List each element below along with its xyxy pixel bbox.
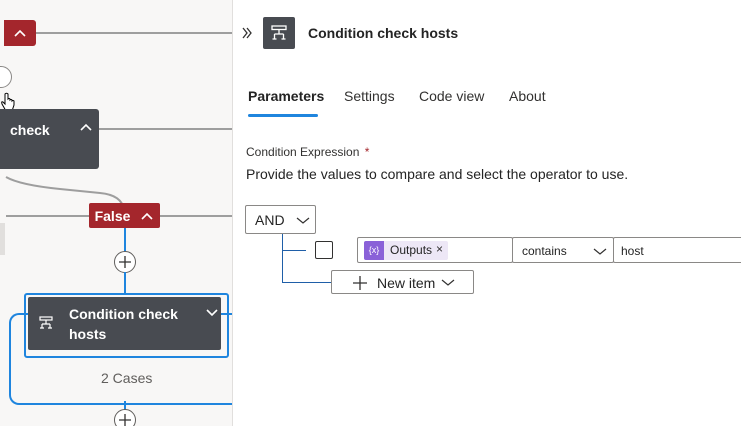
plus-icon — [353, 276, 367, 290]
check-card[interactable]: check — [0, 109, 99, 169]
operator-value: contains — [522, 244, 567, 258]
new-item-label: New item — [377, 275, 436, 291]
chevron-up-icon — [141, 212, 153, 220]
new-item-button[interactable]: New item — [331, 270, 474, 294]
outputs-token-label: Outputs — [390, 243, 433, 257]
outputs-token[interactable]: {x} Outputs × — [364, 241, 448, 260]
check-row-connector — [99, 128, 232, 130]
row-checkbox[interactable] — [315, 241, 333, 259]
tree-line-branch-row — [282, 250, 306, 251]
chevron-down-icon — [593, 248, 607, 255]
operator-dropdown[interactable]: contains — [512, 237, 614, 263]
chevron-down-icon — [296, 217, 310, 224]
plus-icon — [119, 414, 131, 426]
active-tab-indicator — [248, 114, 318, 117]
false-branch-chip[interactable]: False — [89, 203, 160, 228]
add-step-circle-partial[interactable] — [0, 66, 12, 88]
chevron-down-icon[interactable] — [205, 307, 219, 317]
condition-node-card[interactable]: Condition check hosts — [28, 297, 221, 350]
cases-count-label: 2 Cases — [101, 370, 153, 386]
double-chevron-right-icon[interactable] — [241, 26, 253, 40]
top-node-collapse-button[interactable] — [4, 20, 36, 46]
condition-icon — [271, 25, 287, 40]
workflow-canvas[interactable]: check False Condition check hosts 2 Case… — [0, 0, 232, 426]
chevron-up-icon[interactable] — [79, 122, 93, 132]
tab-code-view[interactable]: Code view — [419, 88, 484, 104]
chevron-up-icon — [14, 29, 26, 37]
panel-title: Condition check hosts — [308, 25, 459, 41]
left-operand-field[interactable]: {x} Outputs × — [357, 237, 513, 263]
condition-expression-label: Condition Expression * — [246, 145, 369, 159]
blue-connector-mid — [124, 272, 126, 294]
required-mark: * — [364, 145, 370, 159]
condition-icon — [39, 316, 53, 329]
group-operator-value: AND — [255, 212, 285, 228]
action-icon-box — [263, 17, 295, 49]
check-card-label: check — [10, 122, 50, 138]
right-operand-value: host — [621, 244, 644, 258]
add-step-button[interactable] — [114, 251, 136, 273]
group-operator-dropdown[interactable]: AND — [245, 205, 316, 234]
condition-description: Provide the values to compare and select… — [246, 166, 629, 182]
token-remove-icon[interactable]: × — [436, 242, 443, 256]
left-gutter — [0, 223, 5, 255]
tab-settings[interactable]: Settings — [344, 88, 395, 104]
condition-node-title-line1: Condition check — [69, 306, 178, 322]
tree-line-branch-new — [282, 282, 332, 283]
tab-about[interactable]: About — [509, 88, 546, 104]
right-operand-field[interactable]: host — [613, 237, 741, 263]
plus-icon — [119, 256, 131, 268]
blue-connector-top — [124, 228, 126, 252]
tab-parameters[interactable]: Parameters — [248, 88, 324, 104]
condition-node-title-line2: hosts — [69, 326, 107, 342]
false-branch-label: False — [94, 207, 131, 224]
tree-line-vertical — [282, 234, 283, 283]
chevron-down-icon — [441, 279, 455, 286]
top-connector-line — [30, 32, 232, 34]
add-step-button-bottom[interactable] — [114, 409, 136, 426]
variable-token-icon: {x} — [364, 241, 384, 260]
condition-expression-label-text: Condition Expression — [246, 145, 360, 159]
